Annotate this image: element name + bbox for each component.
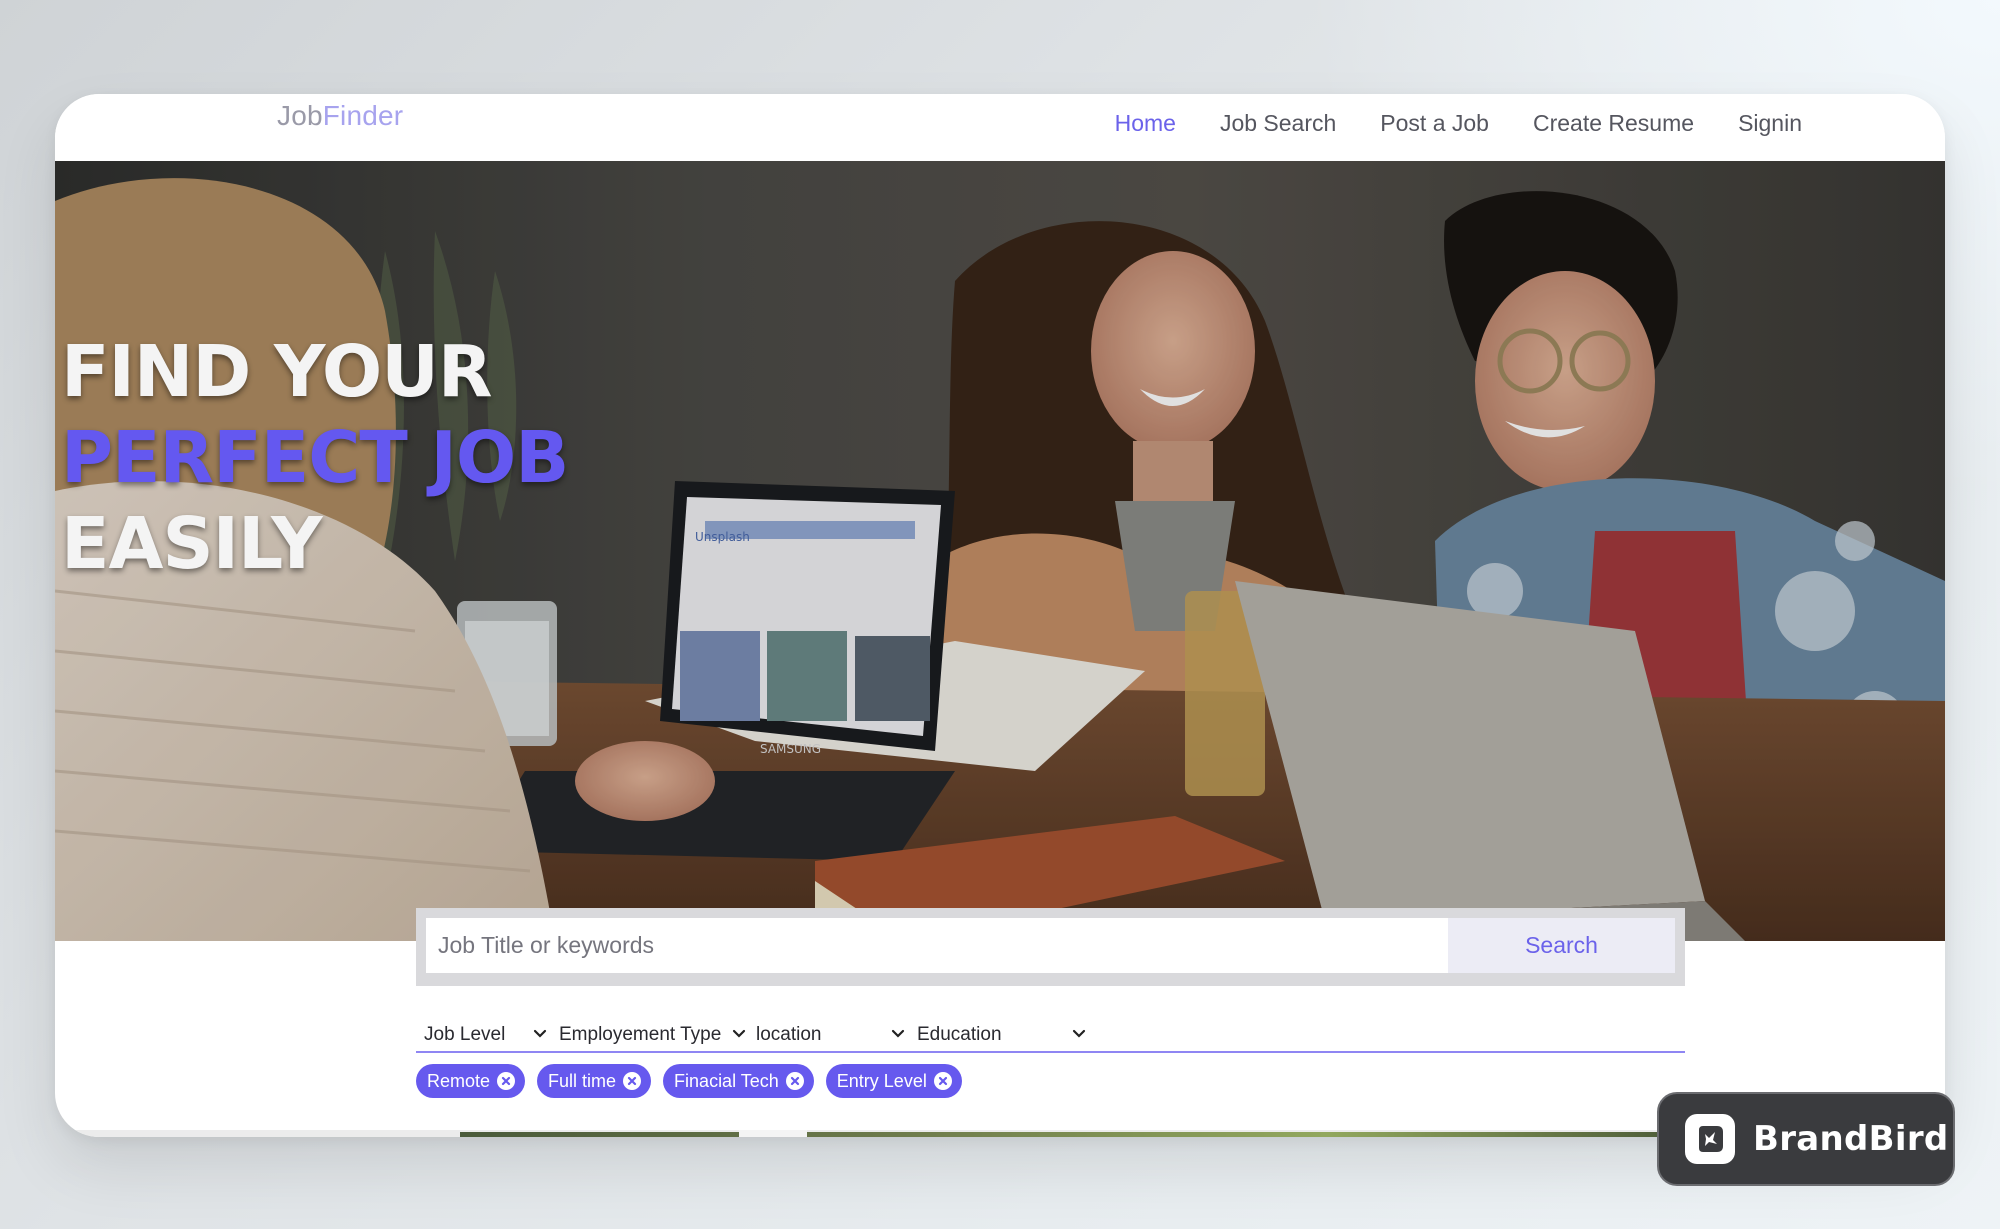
navbar: JobFinder Home Job Search Post a Job Cre… xyxy=(55,94,1945,161)
filter-location[interactable]: location xyxy=(756,1021,906,1049)
headline-line-3: EASILY xyxy=(61,502,323,585)
filter-job-level[interactable]: Job Level xyxy=(424,1021,548,1049)
headline-line-1: FIND YOUR xyxy=(61,330,493,413)
filter-bar: Job Level Employement Type location Educ… xyxy=(416,1021,1685,1053)
chip-remote[interactable]: Remote xyxy=(416,1064,526,1098)
filter-education-label: Education xyxy=(917,1024,1002,1045)
close-circle-icon[interactable] xyxy=(933,1072,952,1090)
filter-employment-type-label: Employement Type xyxy=(559,1024,722,1045)
nav-link-signin[interactable]: Signin xyxy=(1738,110,1802,137)
nav-link-post-a-job[interactable]: Post a Job xyxy=(1380,110,1489,137)
nav-link-home[interactable]: Home xyxy=(1115,110,1176,137)
brand-logo[interactable]: JobFinder xyxy=(277,100,403,132)
chip-label: Finacial Tech xyxy=(674,1070,779,1091)
brand-logo-part2: Finder xyxy=(322,100,404,131)
hero-headline: FIND YOUR PERFECT JOB EASILY xyxy=(61,329,569,587)
selected-filter-chips: Remote Full time Finacial Tech Entry Lev… xyxy=(416,1064,962,1098)
brandbird-name: BrandBird xyxy=(1753,1119,1949,1159)
close-circle-icon[interactable] xyxy=(785,1072,804,1090)
filter-education[interactable]: Education xyxy=(917,1021,1087,1049)
chevron-down-icon xyxy=(891,1029,905,1038)
filter-job-level-label: Job Level xyxy=(424,1024,506,1045)
browser-window: JobFinder Home Job Search Post a Job Cre… xyxy=(55,94,1945,1137)
search-bar: Search xyxy=(416,908,1685,986)
brand-logo-part1: Job xyxy=(277,100,323,131)
chevron-down-icon xyxy=(732,1029,746,1038)
nav-link-job-search[interactable]: Job Search xyxy=(1220,110,1336,137)
chip-full-time[interactable]: Full time xyxy=(537,1064,652,1098)
filter-employment-type[interactable]: Employement Type xyxy=(559,1021,747,1049)
next-section-image-edge xyxy=(460,1132,1760,1137)
headline-line-2: PERFECT JOB xyxy=(61,416,569,499)
nav-link-create-resume[interactable]: Create Resume xyxy=(1533,110,1694,137)
chip-label: Remote xyxy=(427,1070,491,1091)
hero-section: SAMSUNG Unsplash FIND YOUR PERFECT JOB E… xyxy=(55,161,1945,941)
chip-label: Entry Level xyxy=(836,1070,927,1091)
chip-finacial-tech[interactable]: Finacial Tech xyxy=(663,1064,814,1098)
filter-location-label: location xyxy=(756,1024,822,1045)
chip-label: Full time xyxy=(548,1070,617,1091)
search-input[interactable] xyxy=(426,918,1448,973)
next-section-divider xyxy=(739,1130,807,1137)
close-circle-icon[interactable] xyxy=(623,1072,642,1090)
chevron-down-icon xyxy=(1072,1029,1086,1038)
search-button[interactable]: Search xyxy=(1448,918,1675,973)
close-circle-icon[interactable] xyxy=(497,1072,516,1090)
main-nav: Home Job Search Post a Job Create Resume… xyxy=(1115,110,1802,137)
chevron-down-icon xyxy=(533,1029,547,1038)
brandbird-logo-icon xyxy=(1685,1114,1735,1164)
chip-entry-level[interactable]: Entry Level xyxy=(825,1064,962,1098)
brandbird-badge: BrandBird xyxy=(1657,1092,1955,1186)
